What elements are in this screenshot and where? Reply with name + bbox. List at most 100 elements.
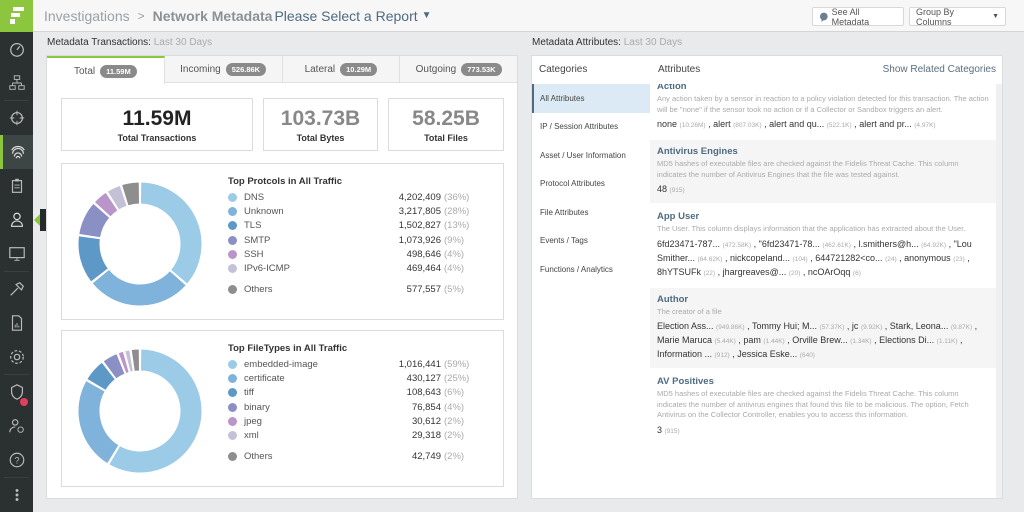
category-item[interactable]: All Attributes	[532, 84, 650, 113]
chevron-down-icon: ▼	[992, 13, 999, 20]
sidebar-item-help[interactable]: ?	[0, 443, 33, 477]
legend-label: jpeg	[244, 415, 262, 427]
legend-value: 29,318	[411, 430, 441, 442]
donut-slice-unknown[interactable]	[91, 268, 187, 307]
attribute-value[interactable]: 644721282<co...	[815, 253, 882, 263]
sidebar-item-user-settings[interactable]	[0, 409, 33, 443]
attribute-title[interactable]: Antivirus Engines	[657, 146, 990, 157]
svg-text:?: ?	[14, 456, 19, 466]
sidebar-item-deception[interactable]	[0, 203, 33, 237]
attribute-value[interactable]: jc	[852, 321, 859, 331]
sidebar-item-target[interactable]	[0, 101, 33, 135]
fidelis-logo[interactable]	[0, 0, 33, 32]
attribute-value[interactable]: Election Ass...	[657, 321, 714, 331]
tab-outgoing[interactable]: Outgoing 773.53K	[400, 56, 517, 82]
legend-item[interactable]: embedded-image 1,016,441 (59%)	[228, 357, 474, 371]
attribute-value[interactable]: Tommy Hui; M...	[752, 321, 817, 331]
sidebar-item-clipboard[interactable]	[0, 169, 33, 203]
tab-incoming[interactable]: Incoming 526.86K	[165, 56, 283, 82]
attribute-title[interactable]: App User	[657, 211, 990, 222]
attribute-values: Election Ass... (949.86K) , Tommy Hui; M…	[657, 321, 978, 359]
attribute-value[interactable]: Jessica Eske...	[737, 349, 797, 359]
attribute-value[interactable]: 8hYTSUFk	[657, 267, 701, 277]
legend-item[interactable]: IPv6-ICMP 469,464 (4%)	[228, 261, 474, 275]
legend-item[interactable]: SMTP 1,073,926 (9%)	[228, 233, 474, 247]
tab-lateral[interactable]: Lateral 10.29M	[283, 56, 401, 82]
attribute-value[interactable]: jhargreaves@...	[723, 267, 787, 277]
attribute-value[interactable]: alert and qu...	[769, 119, 824, 129]
chat-bubble-icon	[819, 12, 828, 22]
legend-item[interactable]: binary 76,854 (4%)	[228, 400, 474, 414]
attribute-value[interactable]: Marie Maruca	[657, 335, 712, 345]
legend-item[interactable]: Others 577,557 (5%)	[228, 283, 474, 297]
attribute-count: (23)	[953, 255, 965, 263]
legend-item[interactable]: Unknown 3,217,805 (28%)	[228, 204, 474, 218]
category-item[interactable]: Events / Tags	[532, 227, 650, 256]
attribute-count: (5.44K)	[714, 338, 736, 345]
attribute-title[interactable]: AV Positives	[657, 376, 990, 387]
legend-item[interactable]: xml 29,318 (2%)	[228, 428, 474, 442]
category-item[interactable]: File Attributes	[532, 198, 650, 227]
attribute-value[interactable]: ncOArOqq	[808, 267, 851, 277]
attribute-value[interactable]: Stark, Leona...	[890, 321, 949, 331]
stat-value: 103.73B	[280, 106, 361, 130]
sidebar-item-settings[interactable]	[0, 340, 33, 374]
legend-percent: (9%)	[444, 234, 465, 246]
legend-item[interactable]: tiff 108,643 (6%)	[228, 386, 474, 400]
legend-item[interactable]: jpeg 30,612 (2%)	[228, 414, 474, 428]
transactions-section-label: Metadata Transactions: Last 30 Days	[47, 37, 212, 48]
legend-item[interactable]: SSH 498,646 (4%)	[228, 247, 474, 261]
breadcrumb-investigations[interactable]: Investigations	[44, 8, 130, 24]
attribute-value[interactable]: nickcopeland...	[730, 253, 790, 263]
legend-item[interactable]: TLS 1,502,827 (13%)	[228, 219, 474, 233]
attribute-value[interactable]: Information ...	[657, 349, 712, 359]
breadcrumb-network-metadata[interactable]: Network Metadata	[153, 8, 273, 24]
legend-percent: (36%)	[444, 191, 470, 203]
attribute-title[interactable]: Author	[657, 294, 990, 305]
sidebar-item-shield[interactable]	[0, 375, 33, 409]
attribute-card: Action Any action taken by a sensor in re…	[650, 84, 998, 140]
attribute-value[interactable]: 48	[657, 184, 667, 194]
attribute-count: (915)	[664, 427, 680, 435]
attribute-title[interactable]: Action	[657, 84, 990, 92]
tab-total[interactable]: Total 11.59M	[47, 56, 165, 84]
legend-item[interactable]: DNS 4,202,409 (36%)	[228, 190, 474, 204]
attribute-value[interactable]: alert	[713, 119, 731, 129]
category-item[interactable]: Asset / User Information	[532, 141, 650, 170]
chevron-down-icon[interactable]: ▼	[422, 10, 432, 21]
category-item[interactable]: Functions / Analytics	[532, 255, 650, 284]
sidebar-item-network[interactable]	[0, 66, 33, 100]
sidebar-item-monitor[interactable]	[0, 237, 33, 271]
legend-value: 577,557	[406, 284, 441, 296]
attribute-value[interactable]: Orville Brew...	[792, 335, 848, 345]
attribute-value[interactable]: none	[657, 119, 677, 129]
category-item[interactable]: IP / Session Attributes	[532, 113, 650, 142]
legend-value: 3,217,805	[398, 205, 441, 217]
network-icon	[8, 75, 25, 90]
sidebar-item-tools[interactable]	[0, 272, 33, 306]
legend-item[interactable]: certificate 430,127 (25%)	[228, 371, 474, 385]
attribute-scrollbar[interactable]	[996, 84, 1002, 498]
attribute-value[interactable]: Elections Di...	[879, 335, 934, 345]
attribute-value[interactable]: alert and pr...	[859, 119, 912, 129]
attribute-value[interactable]: anonymous	[904, 253, 951, 263]
group-by-dropdown[interactable]: Group By Columns ▼	[909, 7, 1006, 27]
show-related-categories-link[interactable]: Show Related Categories	[883, 64, 996, 75]
category-item[interactable]: Protocol Attributes	[532, 170, 650, 199]
donut-slice-dns[interactable]	[139, 181, 203, 285]
attribute-value[interactable]: 3	[657, 425, 662, 435]
sidebar-item-reports[interactable]	[0, 306, 33, 340]
sidebar-item-dashboard[interactable]	[0, 32, 33, 66]
sidebar-item-fingerprint[interactable]	[0, 135, 33, 169]
report-selector[interactable]: Please Select a Report	[274, 8, 417, 24]
sidebar-item-more[interactable]	[0, 478, 33, 512]
attribute-value[interactable]: pam	[743, 335, 761, 345]
donut-slice-certificate[interactable]	[77, 379, 120, 465]
attribute-value[interactable]: "6fd23471-78...	[759, 239, 820, 249]
attribute-value[interactable]: 6fd23471-787...	[657, 239, 720, 249]
legend-swatch	[228, 206, 237, 216]
legend-item[interactable]: Others 42,749 (2%)	[228, 450, 474, 464]
attribute-count: (462.61K)	[822, 241, 851, 249]
attribute-value[interactable]: l.smithers@h...	[858, 239, 918, 249]
see-all-metadata-button[interactable]: See All Metadata	[812, 7, 904, 27]
